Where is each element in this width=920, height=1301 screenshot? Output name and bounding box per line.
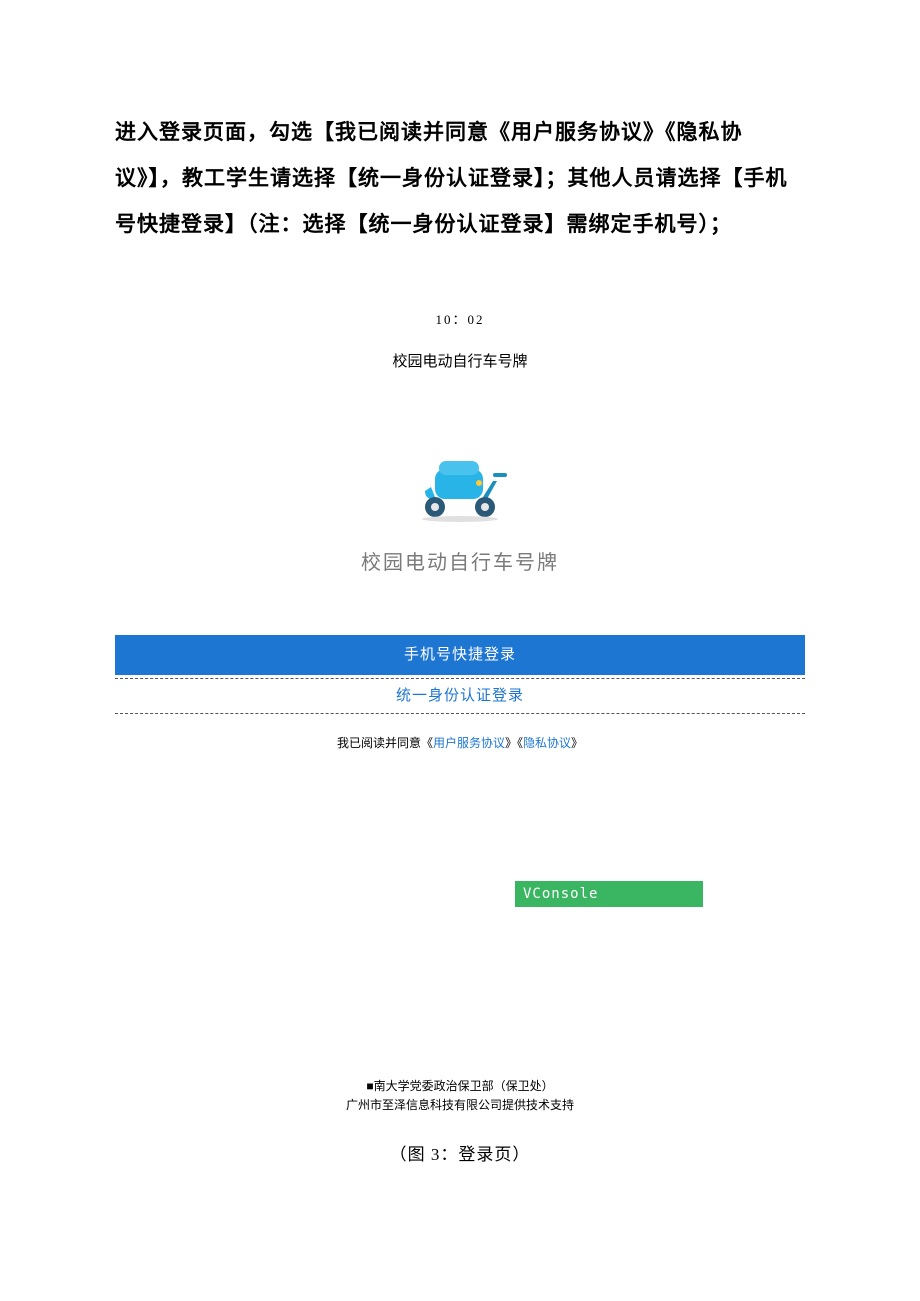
agree-mid: 》《 bbox=[505, 736, 523, 750]
login-screenshot: 10：02 校园电动自行车号牌 校园电动自行车号牌 bbox=[115, 309, 805, 1165]
footer-credits: ■南大学党委政治保卫部（保卫处） 广州市至泽信息科技有限公司提供技术支持 bbox=[115, 1077, 805, 1115]
scooter-icon bbox=[405, 451, 515, 528]
screen-title: 校园电动自行车号牌 bbox=[115, 350, 805, 371]
instruction-paragraph: 进入登录页面，勾选【我已阅读并同意《用户服务协议》《隐私协议》】，教工学生请选择… bbox=[115, 110, 805, 249]
status-bar-time: 10：02 bbox=[115, 309, 805, 328]
agreement-line[interactable]: 我已阅读并同意《用户服务协议》《隐私协议》 bbox=[115, 734, 805, 751]
vconsole-row: VConsole bbox=[115, 881, 805, 907]
app-logo bbox=[115, 451, 805, 528]
user-agreement-link[interactable]: 用户服务协议 bbox=[433, 736, 505, 750]
document-page: 进入登录页面，勾选【我已阅读并同意《用户服务协议》《隐私协议》】，教工学生请选择… bbox=[0, 0, 920, 1205]
agree-prefix: 我已阅读并同意《 bbox=[337, 736, 433, 750]
figure-caption: （图 3：登录页） bbox=[115, 1140, 805, 1165]
agree-suffix: 》 bbox=[571, 736, 583, 750]
vconsole-badge[interactable]: VConsole bbox=[515, 881, 703, 907]
footer-line-1: ■南大学党委政治保卫部（保卫处） bbox=[115, 1077, 805, 1096]
privacy-policy-link[interactable]: 隐私协议 bbox=[523, 736, 571, 750]
app-name-label: 校园电动自行车号牌 bbox=[115, 546, 805, 575]
footer-line-2: 广州市至泽信息科技有限公司提供技术支持 bbox=[115, 1096, 805, 1115]
phone-login-button[interactable]: 手机号快捷登录 bbox=[115, 635, 805, 675]
sso-login-button[interactable]: 统一身份认证登录 bbox=[115, 678, 805, 714]
